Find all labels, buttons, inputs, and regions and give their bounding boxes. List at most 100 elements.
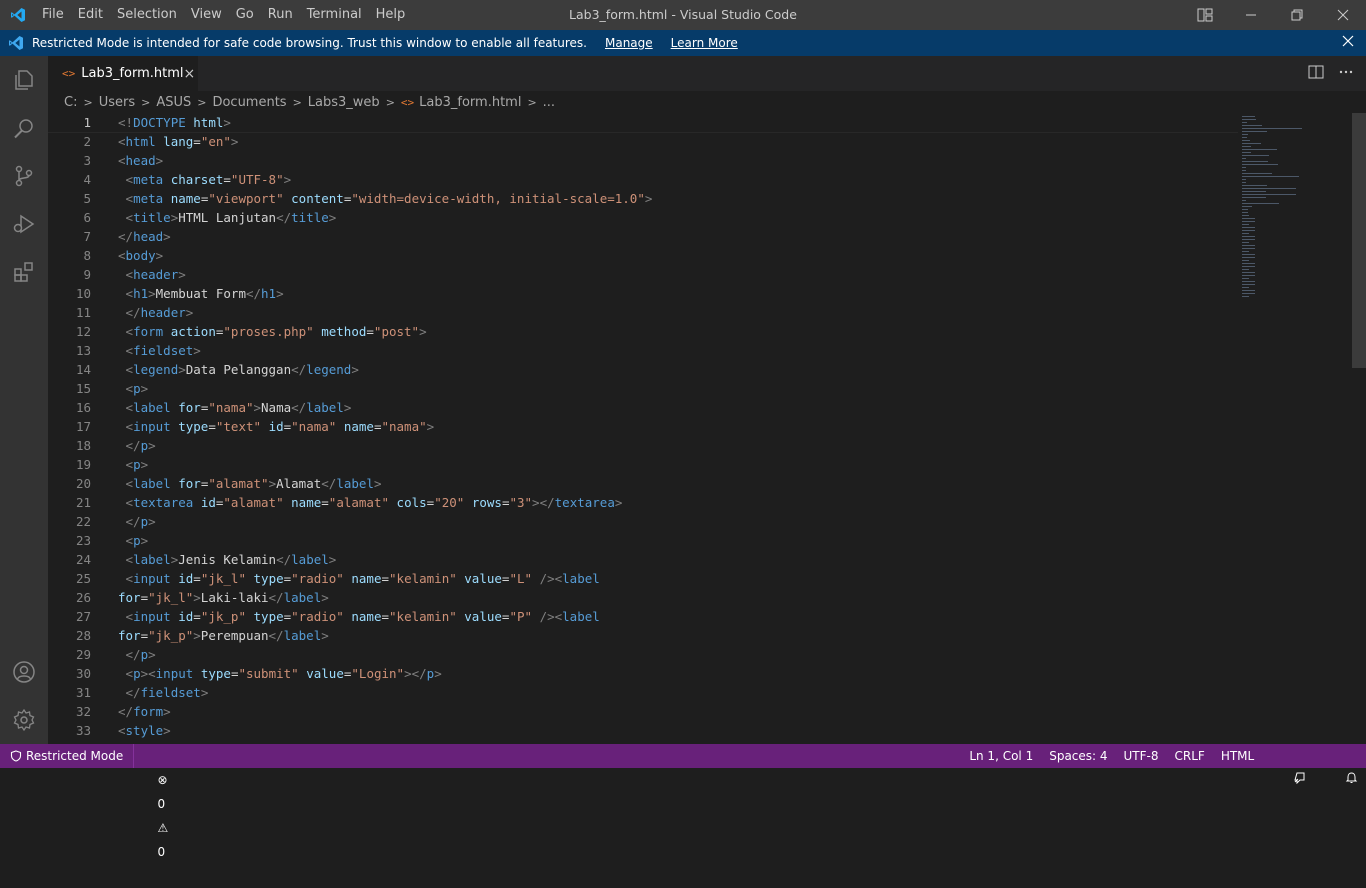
code-line[interactable]: 16 <label for="nama">Nama</label> [48, 398, 1238, 417]
code-line[interactable]: 15 <p> [48, 379, 1238, 398]
code-line[interactable]: 8 <body> [48, 246, 1238, 265]
close-tab-icon[interactable]: × [184, 66, 196, 82]
explorer-icon[interactable] [0, 56, 48, 104]
menu-run[interactable]: Run [261, 0, 300, 30]
minimap-line [1242, 194, 1297, 195]
code-line[interactable]: 1 <!DOCTYPE html> [48, 113, 1238, 133]
code-text: <label for="nama">Nama</label> [125, 400, 352, 415]
line-number: 24 [75, 552, 91, 567]
settings-gear-icon[interactable] [0, 696, 48, 744]
encoding[interactable]: UTF-8 [1116, 744, 1167, 768]
code-line[interactable]: 33 <style> [48, 721, 1238, 740]
code-line[interactable]: 25 <input id="jk_l" type="radio" name="k… [48, 569, 1238, 588]
breadcrumb-item[interactable]: ASUS [156, 95, 191, 110]
code-line[interactable]: 22 </p> [48, 512, 1238, 531]
breadcrumb-more[interactable]: ... [543, 95, 555, 110]
code-line[interactable]: 23 <p> [48, 531, 1238, 550]
manage-link[interactable]: Manage [605, 36, 653, 50]
code-text: </p> [125, 647, 156, 662]
code-text: <input id="jk_l" type="radio" name="kela… [125, 571, 600, 586]
line-number: 4 [83, 172, 91, 187]
minimap-line [1242, 269, 1249, 270]
code-line[interactable]: 14 <legend>Data Pelanggan</legend> [48, 360, 1238, 379]
menu-view[interactable]: View [184, 0, 229, 30]
minimap-line [1242, 230, 1255, 231]
code-line[interactable]: 24 <label>Jenis Kelamin</label> [48, 550, 1238, 569]
code-line[interactable]: 3 <head> [48, 151, 1238, 170]
more-actions-icon[interactable] [1338, 65, 1354, 83]
code-text: <!DOCTYPE html> [118, 115, 231, 130]
code-line[interactable]: 21 <textarea id="alamat" name="alamat" c… [48, 493, 1238, 512]
code-editor[interactable]: 1 <!DOCTYPE html> 2 <html lang="en"> 3 <head>… [48, 113, 1238, 744]
line-number: 31 [75, 685, 91, 700]
minimap-line [1242, 272, 1255, 273]
breadcrumb-item[interactable]: Labs3_web [308, 95, 380, 110]
code-line[interactable]: 26 for="jk_l">Laki-laki</label> [48, 588, 1238, 607]
code-line[interactable]: 10 <h1>Membuat Form</h1> [48, 284, 1238, 303]
language-mode[interactable]: HTML [1213, 744, 1262, 768]
code-line[interactable]: 4 <meta charset="UTF-8"> [48, 170, 1238, 189]
accounts-icon[interactable] [0, 648, 48, 696]
line-ending[interactable]: CRLF [1167, 744, 1213, 768]
problems-status[interactable]: ⊗ 0 ⚠ 0 [134, 744, 176, 859]
search-icon[interactable] [0, 104, 48, 152]
source-control-icon[interactable] [0, 152, 48, 200]
tab-lab3-form[interactable]: <> Lab3_form.html × [48, 56, 198, 91]
code-line[interactable]: 28 for="jk_p">Perempuan</label> [48, 626, 1238, 645]
code-line[interactable]: 20 <label for="alamat">Alamat</label> [48, 474, 1238, 493]
minimize-icon[interactable] [1228, 0, 1274, 30]
breadcrumb-item[interactable]: Documents [212, 95, 286, 110]
minimap-line [1242, 164, 1278, 165]
menu-file[interactable]: File [35, 0, 71, 30]
code-line[interactable]: 29 </p> [48, 645, 1238, 664]
code-line[interactable]: 6 <title>HTML Lanjutan</title> [48, 208, 1238, 227]
breadcrumb-item[interactable]: C: [64, 95, 77, 110]
code-line[interactable]: 27 <input id="jk_p" type="radio" name="k… [48, 607, 1238, 626]
code-text: <meta charset="UTF-8"> [125, 172, 292, 187]
code-line[interactable]: 17 <input type="text" id="nama" name="na… [48, 417, 1238, 436]
code-line[interactable]: 7 </head> [48, 227, 1238, 246]
layout-toggle-icon[interactable] [1182, 0, 1228, 30]
menu-selection[interactable]: Selection [110, 0, 184, 30]
menu-go[interactable]: Go [229, 0, 261, 30]
run-debug-icon[interactable] [0, 200, 48, 248]
restore-icon[interactable] [1274, 0, 1320, 30]
extensions-icon[interactable] [0, 248, 48, 296]
close-window-icon[interactable] [1320, 0, 1366, 30]
close-banner-icon[interactable] [1342, 35, 1354, 50]
breadcrumb-item[interactable]: Users [99, 95, 135, 110]
code-line[interactable]: 13 <fieldset> [48, 341, 1238, 360]
code-line[interactable]: 19 <p> [48, 455, 1238, 474]
minimap-line [1242, 158, 1246, 159]
notifications-bell-icon[interactable] [1314, 744, 1366, 783]
breadcrumb-file[interactable]: Lab3_form.html [419, 95, 521, 110]
scrollbar-thumb[interactable] [1352, 113, 1366, 368]
split-editor-icon[interactable] [1308, 65, 1324, 83]
code-line[interactable]: 31 </fieldset> [48, 683, 1238, 702]
line-number: 1 [83, 115, 91, 130]
minimap[interactable] [1238, 113, 1352, 744]
code-line[interactable]: 30 <p><input type="submit" value="Login"… [48, 664, 1238, 683]
code-text: <p> [125, 533, 149, 548]
warning-count: 0 [157, 845, 166, 859]
code-line[interactable]: 18 </p> [48, 436, 1238, 455]
code-line[interactable]: 2 <html lang="en"> [48, 132, 1238, 151]
learn-more-link[interactable]: Learn More [671, 36, 738, 50]
cursor-position[interactable]: Ln 1, Col 1 [961, 744, 1041, 768]
minimap-line [1242, 227, 1255, 228]
code-line[interactable]: 11 </header> [48, 303, 1238, 322]
feedback-icon[interactable] [1262, 744, 1314, 785]
menu-help[interactable]: Help [369, 0, 413, 30]
code-line[interactable]: 9 <header> [48, 265, 1238, 284]
code-line[interactable]: 5 <meta name="viewport" content="width=d… [48, 189, 1238, 208]
code-line[interactable]: 12 <form action="proses.php" method="pos… [48, 322, 1238, 341]
indentation[interactable]: Spaces: 4 [1041, 744, 1115, 768]
restricted-mode-status[interactable]: Restricted Mode [0, 744, 135, 768]
vertical-scrollbar[interactable] [1352, 113, 1366, 744]
code-text: </fieldset> [125, 685, 209, 700]
menu-edit[interactable]: Edit [71, 0, 110, 30]
minimap-line [1242, 125, 1262, 126]
code-line[interactable]: 32 </form> [48, 702, 1238, 721]
minimap-line [1242, 296, 1249, 297]
menu-terminal[interactable]: Terminal [300, 0, 369, 30]
